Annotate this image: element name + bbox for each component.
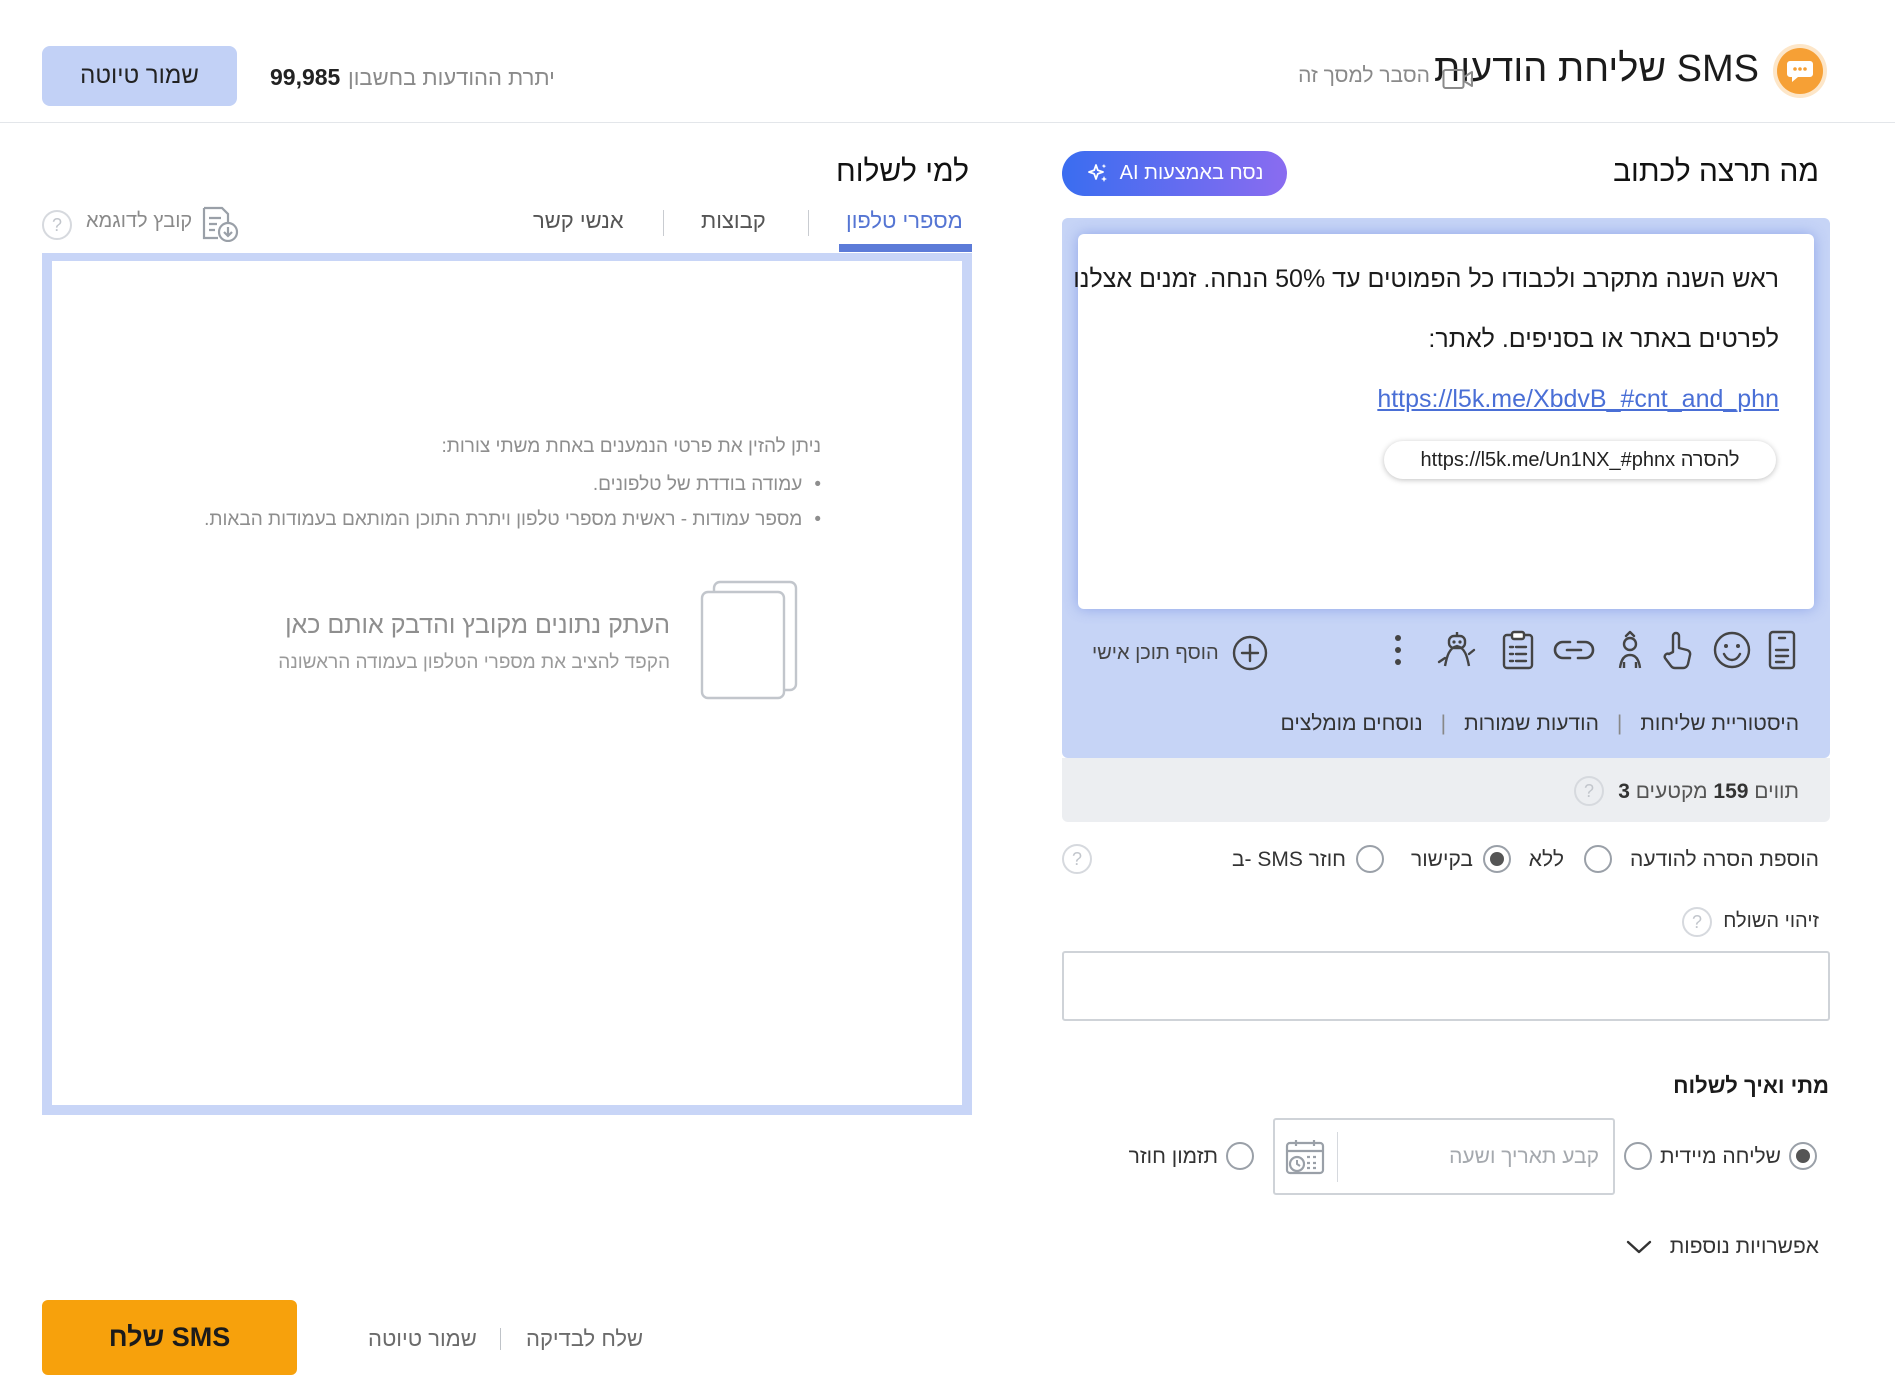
more-options-toggle[interactable]: אפשרויות נוספות — [1626, 1235, 1819, 1259]
chars-label: תווים — [1754, 780, 1799, 803]
clipboard-icon[interactable] — [1496, 628, 1540, 672]
recurring-schedule-label: תזמון חוזר — [1128, 1145, 1218, 1168]
link-divider: | — [1440, 712, 1447, 735]
more-options-label: אפשרויות נוספות — [1669, 1235, 1819, 1258]
message-link[interactable]: https://l5k.me/XbdvB_#cnt_and_phn — [1377, 385, 1779, 414]
message-text-line-1: ראש השנה מתקרב ולכבודו כל הפמוטים עד 50%… — [1073, 265, 1779, 293]
tab-phone-numbers[interactable]: מספרי טלפון — [846, 208, 963, 234]
segments-label: מקטעים — [1635, 780, 1708, 803]
instructions-title: ניתן להזין את פרטי הנמענים באחת משתי צור… — [441, 436, 821, 457]
emoji-icon[interactable] — [1710, 628, 1754, 672]
calendar-clock-icon[interactable] — [1285, 1138, 1327, 1176]
send-test-link[interactable]: שלח לבדיקה — [526, 1326, 643, 1352]
sender-id-input[interactable] — [1062, 951, 1830, 1021]
sample-file-link[interactable]: קובץ לדוגמא — [86, 210, 192, 233]
unsubscribe-chip-label: להסרה https://l5k.me/Un1NX_#phnx — [1420, 448, 1740, 471]
chat-logo-icon — [1777, 48, 1823, 94]
sender-help-icon[interactable]: ? — [1682, 907, 1712, 937]
unsubscribe-link-radio[interactable] — [1483, 845, 1511, 873]
save-draft-button[interactable]: שמור טיוטה — [42, 46, 237, 106]
kebab-menu-icon[interactable] — [1376, 628, 1420, 672]
sparkle-icon — [1086, 162, 1110, 186]
unsubscribe-sms-radio[interactable] — [1356, 845, 1384, 873]
date-field-divider — [1337, 1132, 1338, 1182]
tab-groups[interactable]: קבוצות — [701, 208, 766, 234]
send-immediately-label: שליחה מיידית — [1660, 1145, 1781, 1168]
unsubscribe-none-radio[interactable] — [1584, 845, 1612, 873]
counter-help-icon[interactable]: ? — [1574, 776, 1604, 806]
recipients-paste-area[interactable] — [42, 253, 972, 1115]
balance-value: 99,985 — [270, 64, 341, 90]
save-draft-link[interactable]: שמור טיוטה — [368, 1326, 477, 1352]
segments-count: 3 — [1618, 780, 1630, 803]
recipients-title: למי לשלוח — [836, 155, 969, 188]
hand-pointer-icon[interactable] — [1656, 628, 1700, 672]
video-icon[interactable] — [1442, 68, 1474, 90]
unsubscribe-sms-label: ב- SMS חוזר — [1231, 848, 1346, 871]
instruction-item: עמודה בודדת של טלפונים. — [593, 474, 821, 496]
schedule-date-radio[interactable] — [1624, 1142, 1652, 1170]
tab-contacts[interactable]: אנשי קשר — [533, 208, 624, 234]
explain-screen-link[interactable]: הסבר למסך זה — [1298, 64, 1430, 88]
schedule-datetime-placeholder: קבע תאריך ושעה — [1449, 1145, 1599, 1168]
compose-title: מה תרצה לכתוב — [1613, 155, 1819, 188]
paste-instructions-subtitle: הקפד להציב את מספרי הטלפון בעמודה הראשונ… — [278, 652, 670, 673]
mobile-preview-icon[interactable] — [1760, 628, 1804, 672]
message-text-line-2: לפרטים באתר או בסניפים. לאתר: — [1428, 325, 1779, 353]
header-divider — [0, 122, 1895, 123]
recommended-templates-link[interactable]: נוסחים מומלצים — [1281, 712, 1423, 736]
instruction-item: מספר עמודות - ראשית מספרי טלפון ויתרת הת… — [204, 509, 821, 531]
chars-count: 159 — [1713, 780, 1749, 803]
history-link[interactable]: היסטוריית שליחות — [1640, 712, 1799, 736]
unsubscribe-label: הוספת הסרה להודעה — [1630, 848, 1819, 871]
link-icon[interactable] — [1552, 628, 1596, 672]
ai-compose-button[interactable]: נסח באמצעות AI — [1062, 151, 1287, 196]
ai-compose-label: נסח באמצעות AI — [1119, 162, 1264, 184]
robot-icon[interactable] — [1434, 628, 1478, 672]
sample-file-help-icon[interactable]: ? — [42, 210, 72, 240]
sender-id-label: זיהוי השולח — [1723, 910, 1819, 932]
plus-circle-icon — [1231, 634, 1269, 672]
recurring-schedule-radio[interactable] — [1226, 1142, 1254, 1170]
paste-instructions-title: העתק נתונים מקובץ והדבק אותם כאן — [285, 611, 670, 639]
link-divider: | — [1616, 712, 1623, 735]
send-sms-button[interactable]: שלח SMS — [42, 1300, 297, 1375]
unsubscribe-none-label: ללא — [1528, 848, 1564, 871]
add-personal-label: הוסף תוכן אישי — [1092, 641, 1219, 664]
file-download-icon[interactable] — [200, 206, 240, 242]
saved-messages-link[interactable]: הודעות שמורות — [1464, 712, 1599, 736]
schedule-title: מתי ואיך לשלוח — [1673, 1073, 1829, 1098]
person-upload-icon[interactable] — [1608, 628, 1652, 672]
unsubscribe-link-label: בקישור — [1411, 848, 1473, 871]
page-title: שליחת הודעות SMS — [1434, 48, 1759, 90]
actions-divider — [500, 1328, 501, 1350]
copy-documents-icon — [700, 580, 798, 700]
balance-label: יתרת ההודעות בחשבון — [348, 65, 555, 90]
compose-links: היסטוריית שליחות | הודעות שמורות | נוסחי… — [1281, 712, 1799, 736]
unsubscribe-chip[interactable]: להסרה https://l5k.me/Un1NX_#phnx — [1384, 441, 1776, 479]
active-tab-indicator — [839, 244, 972, 252]
add-personal-content-button[interactable]: הוסף תוכן אישי — [1092, 634, 1269, 672]
tab-divider — [663, 210, 664, 236]
unsubscribe-help-icon[interactable]: ? — [1062, 844, 1092, 874]
chevron-down-icon — [1626, 1239, 1652, 1255]
send-immediately-radio[interactable] — [1789, 1142, 1817, 1170]
message-counter: תווים 159 מקטעים 3 — [1618, 780, 1799, 804]
tab-divider — [808, 210, 809, 236]
